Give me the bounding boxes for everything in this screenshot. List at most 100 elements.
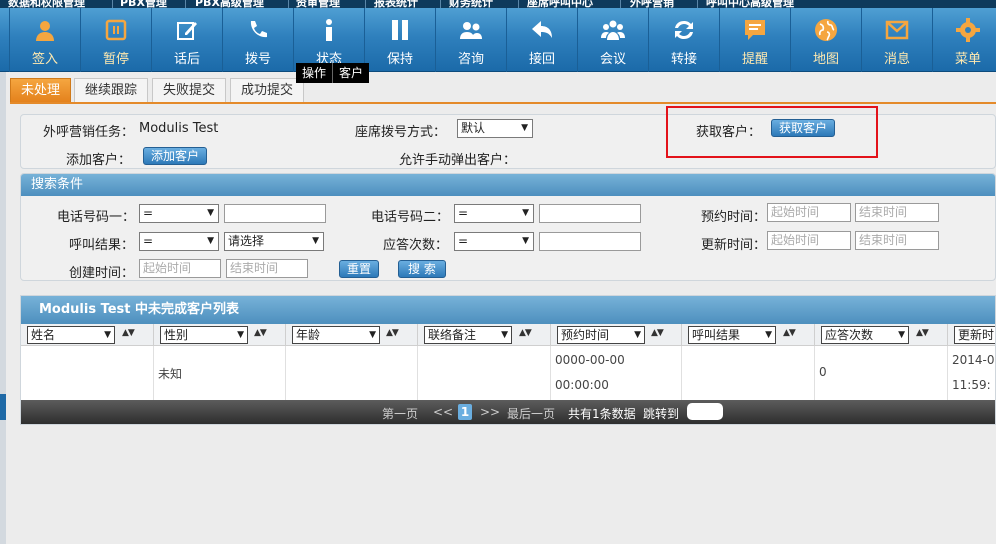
return-icon <box>532 21 552 38</box>
sort-icon[interactable]: ▲▼ <box>916 328 929 338</box>
column-remark-select[interactable]: 联络备注 ▼ <box>424 326 512 344</box>
dial-mode-select[interactable]: 默认 <box>457 119 533 138</box>
sort-icon[interactable]: ▲▼ <box>783 328 796 338</box>
phone1-input[interactable] <box>224 204 326 223</box>
column-appointment-select[interactable]: 预约时间 ▼ <box>557 326 645 344</box>
search-button[interactable]: 搜 索 <box>398 260 446 278</box>
sort-icon[interactable]: ▲▼ <box>122 328 135 338</box>
tab-unprocessed[interactable]: 未处理 <box>10 78 72 103</box>
task-label: 外呼营销任务： <box>43 125 135 140</box>
toolbar-label: 会议 <box>599 52 626 67</box>
toolbar-pause-button[interactable]: 暂停 <box>80 8 151 72</box>
column-age[interactable]: 年龄 ▼ ▲▼ <box>286 324 418 346</box>
created-start-input[interactable]: 起始时间 <box>139 259 221 278</box>
appointment-start-input[interactable]: 起始时间 <box>767 203 851 222</box>
menu-item-report[interactable]: 报表统计 <box>374 0 418 8</box>
prev-page-link[interactable]: << <box>433 405 453 419</box>
toolbar-reminder-button[interactable]: 提醒 <box>719 8 790 72</box>
phone2-operator-select[interactable]: = <box>454 204 534 223</box>
tab-follow-up[interactable]: 继续跟踪 <box>74 78 149 103</box>
last-page-link[interactable]: 最后一页 <box>507 405 555 422</box>
answer-count-input[interactable] <box>539 232 641 251</box>
call-result-operator-select[interactable]: = <box>139 232 219 251</box>
gear-icon <box>956 18 980 42</box>
column-name-select[interactable]: 姓名 ▼ <box>27 326 115 344</box>
add-customer-button[interactable]: 添加客户 <box>143 147 208 165</box>
column-name[interactable]: 姓名 ▼ ▲▼ <box>21 324 154 346</box>
menu-item-data-permission[interactable]: 数据和权限管理 <box>8 0 85 8</box>
toolbar-signin-button[interactable]: 签入 <box>9 8 80 72</box>
highlight-box <box>666 106 878 158</box>
menu-item-outbound[interactable]: 外呼营销 <box>630 0 674 8</box>
tooltip-operation[interactable]: 操作 <box>296 63 334 83</box>
menu-item-pbx-advanced[interactable]: PBX高级管理 <box>195 0 264 8</box>
column-answer-count-select[interactable]: 应答次数 ▼ <box>821 326 909 344</box>
column-call-result-select[interactable]: 呼叫结果 ▼ <box>688 326 776 344</box>
cell-remark <box>418 346 551 400</box>
toolbar-consult-button[interactable]: 咨询 <box>435 8 506 72</box>
toolbar-return-button[interactable]: 接回 <box>506 8 577 72</box>
created-end-input[interactable]: 结束时间 <box>226 259 308 278</box>
phone1-label: 电话号码一： <box>57 210 136 225</box>
tab-succeeded[interactable]: 成功提交 <box>230 78 305 103</box>
add-customer-label: 添加客户： <box>66 153 132 168</box>
collapse-handle[interactable] <box>0 394 6 420</box>
first-page-link[interactable]: 第一页 <box>382 405 418 422</box>
menu-item-review[interactable]: 资审管理 <box>296 0 340 8</box>
toolbar-label: 签入 <box>31 52 58 67</box>
update-end-input[interactable]: 结束时间 <box>855 231 939 250</box>
toolbar-label: 拨号 <box>244 52 271 67</box>
toolbar-label: 话后 <box>173 52 200 67</box>
column-answer-count[interactable]: 应答次数 ▼ ▲▼ <box>815 324 948 346</box>
conference-icon <box>601 20 625 40</box>
reset-button[interactable]: 重置 <box>339 260 380 278</box>
menu-item-finance[interactable]: 财务统计 <box>449 0 493 8</box>
call-result-select[interactable]: 请选择 <box>224 232 324 251</box>
toolbar-menu-button[interactable]: 菜单 <box>932 8 996 72</box>
update-start-input[interactable]: 起始时间 <box>767 231 851 250</box>
phone1-operator-select[interactable]: = <box>139 204 219 223</box>
column-update-time[interactable]: 更新时间 <box>948 324 995 346</box>
cell-answer-count: 0 <box>815 346 948 400</box>
total-count: 共有1条数据 <box>568 407 636 421</box>
toolbar-hold-button[interactable]: 保持 <box>364 8 435 72</box>
sort-icon[interactable]: ▲▼ <box>651 328 664 338</box>
globe-icon <box>815 19 837 41</box>
toolbar-afterwork-button[interactable]: 话后 <box>151 8 222 72</box>
column-age-select[interactable]: 年龄 ▼ <box>292 326 380 344</box>
update-time-label: 更新时间： <box>701 238 767 253</box>
current-page[interactable]: 1 <box>458 404 472 420</box>
column-call-result[interactable]: 呼叫结果 ▼ ▲▼ <box>682 324 815 346</box>
toolbar-label: 消息 <box>883 52 910 67</box>
toolbar-conference-button[interactable]: 会议 <box>577 8 648 72</box>
toolbar-dial-button[interactable]: 拨号 <box>222 8 293 72</box>
toolbar-transfer-button[interactable]: 转接 <box>648 8 719 72</box>
toolbar-message-button[interactable]: 消息 <box>861 8 932 72</box>
pagination-bar: 第一页 << 1 >> 最后一页 共有1条数据 跳转到 <box>21 400 995 424</box>
toolbar-label: 转接 <box>670 52 697 67</box>
phone2-input[interactable] <box>539 204 641 223</box>
jump-page-input[interactable] <box>687 403 723 420</box>
tab-failed[interactable]: 失败提交 <box>152 78 227 103</box>
sort-icon[interactable]: ▲▼ <box>519 328 532 338</box>
hold-icon <box>392 20 408 40</box>
toolbar-label: 地图 <box>812 52 839 67</box>
appointment-end-input[interactable]: 结束时间 <box>855 203 939 222</box>
cell-age <box>286 346 418 400</box>
sort-icon[interactable]: ▲▼ <box>254 328 267 338</box>
menu-item-agent-center[interactable]: 座席呼叫中心 <box>527 0 593 8</box>
column-gender[interactable]: 性别 ▼ ▲▼ <box>154 324 286 346</box>
column-update-time-select[interactable]: 更新时间 <box>954 326 995 344</box>
menu-item-callcenter-advanced[interactable]: 呼叫中心高级管理 <box>706 0 794 8</box>
column-gender-select[interactable]: 性别 ▼ <box>160 326 248 344</box>
tooltip-customer[interactable]: 客户 <box>333 63 369 83</box>
dial-mode-label: 座席拨号方式： <box>355 125 447 140</box>
column-remark[interactable]: 联络备注 ▼ ▲▼ <box>418 324 551 346</box>
answer-count-operator-select[interactable]: = <box>454 232 534 251</box>
toolbar-map-button[interactable]: 地图 <box>790 8 861 72</box>
menu-item-pbx[interactable]: PBX管理 <box>120 0 167 8</box>
cell-call-result <box>682 346 815 400</box>
next-page-link[interactable]: >> <box>480 405 500 419</box>
column-appointment[interactable]: 预约时间 ▼ ▲▼ <box>551 324 682 346</box>
sort-icon[interactable]: ▲▼ <box>386 328 399 338</box>
